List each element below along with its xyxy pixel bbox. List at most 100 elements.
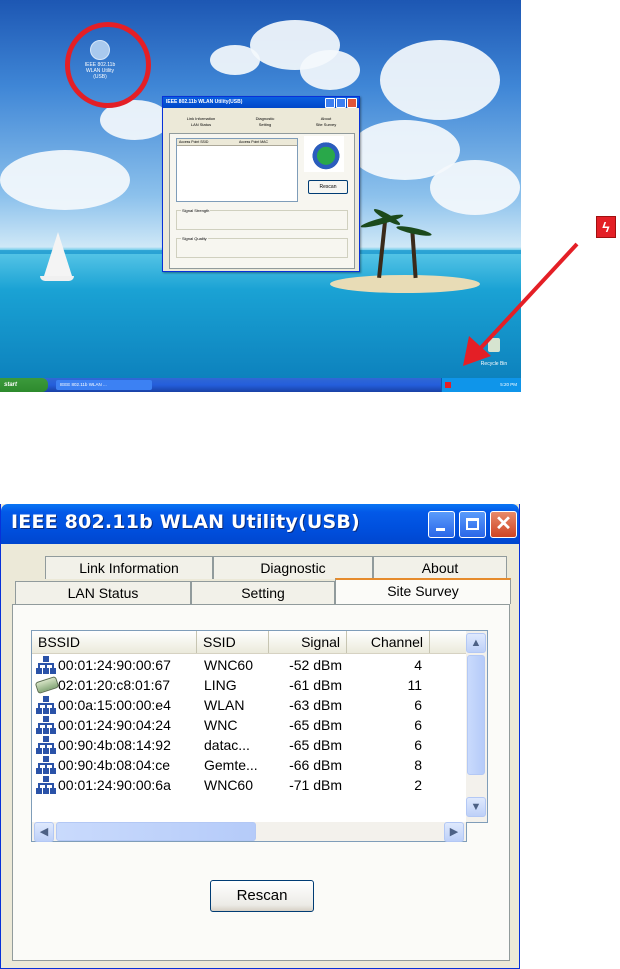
taskbar: start IEEE 802.11b WLAN ... 5:20 PM	[0, 378, 521, 392]
scroll-right-button[interactable]: ▶	[444, 822, 464, 842]
close-icon[interactable]	[347, 98, 357, 108]
mini-col-ssid[interactable]: Access Point SSID	[179, 139, 208, 145]
mini-signal-quality-label: Signal Quality	[181, 236, 208, 241]
close-icon: ✕	[495, 513, 512, 535]
vertical-scroll-thumb[interactable]	[467, 655, 485, 775]
mini-rescan-button[interactable]: Rescan	[308, 180, 348, 194]
tab-lan-status[interactable]: LAN Status	[15, 581, 191, 604]
system-tray: 5:20 PM	[441, 378, 521, 392]
cell-bssid: 00:0a:15:00:00:e4	[58, 697, 171, 713]
table-row[interactable]: 00:01:24:90:04:24 WNC -65 dBm 6	[32, 715, 462, 735]
cell-signal: -71 dBm	[289, 777, 342, 793]
tray-clock: 5:20 PM	[500, 382, 517, 387]
cloud	[430, 160, 520, 215]
sailboat-hull	[40, 276, 74, 281]
mini-ap-list[interactable]: Access Point SSID Access Point MAC	[176, 138, 298, 202]
cell-signal: -65 dBm	[289, 717, 342, 733]
wlan-tray-icon-zoomed: ϟ	[596, 216, 616, 238]
mini-signal-quality-group: Signal Quality	[176, 236, 348, 258]
scroll-down-button[interactable]: ▼	[466, 797, 486, 817]
cell-signal: -66 dBm	[289, 757, 342, 773]
tab-link-information[interactable]: Link Information	[45, 556, 213, 579]
cell-bssid: 00:01:24:90:00:67	[58, 657, 171, 673]
mini-col-mac[interactable]: Access Point MAC	[239, 139, 268, 145]
chevron-down-icon: ▼	[470, 801, 482, 813]
cell-bssid: 00:01:24:90:04:24	[58, 717, 171, 733]
cell-channel: 4	[414, 657, 422, 673]
table-row[interactable]: 00:90:4b:08:14:92 datac... -65 dBm 6	[32, 735, 462, 755]
start-button[interactable]: start	[0, 378, 48, 392]
scroll-up-button[interactable]: ▲	[466, 633, 486, 653]
column-ssid[interactable]: SSID	[197, 631, 269, 653]
sailboat	[44, 232, 72, 276]
access-point-icon	[36, 716, 56, 734]
mini-tab-site-survey[interactable]: Site Survey	[301, 122, 351, 127]
wlan-tray-icon[interactable]	[445, 382, 451, 388]
mini-tab-diagnostic[interactable]: Diagnostic	[237, 116, 293, 121]
annotation-arrow	[463, 242, 579, 366]
table-row[interactable]: 00:01:24:90:00:6a WNC60 -71 dBm 2	[32, 775, 462, 795]
taskbar-item-wlan-utility[interactable]: IEEE 802.11b WLAN ...	[56, 380, 152, 390]
mini-tab-lan-status[interactable]: LAN Status	[173, 122, 229, 127]
close-button[interactable]: ✕	[490, 511, 517, 538]
cell-signal: -52 dBm	[289, 657, 342, 673]
cell-signal: -65 dBm	[289, 737, 342, 753]
mini-tab-link-information[interactable]: Link Information	[173, 116, 229, 121]
access-point-icon	[36, 736, 56, 754]
mini-tab-panel: Access Point SSID Access Point MAC Resca…	[169, 133, 355, 269]
table-row[interactable]: 02:01:20:c8:01:67 LING -61 dBm 11	[32, 675, 462, 695]
tab-about[interactable]: About	[373, 556, 507, 579]
site-survey-list[interactable]: BSSID SSID Signal Channel 00:01:24:90:00…	[31, 630, 467, 823]
table-row[interactable]: 00:0a:15:00:00:e4 WLAN -63 dBm 6	[32, 695, 462, 715]
adapter-illustration	[304, 136, 344, 172]
mini-tab-setting[interactable]: Setting	[237, 122, 293, 127]
table-row[interactable]: 00:01:24:90:00:67 WNC60 -52 dBm 4	[32, 655, 462, 675]
scroll-left-button[interactable]: ◀	[34, 822, 54, 842]
title-bar[interactable]: IEEE 802.11b WLAN Utility(USB) ✕	[1, 504, 519, 544]
mini-title-bar: IEEE 802.11b WLAN Utility(USB)	[163, 97, 359, 108]
minimize-button[interactable]	[428, 511, 455, 538]
cell-channel: 11	[407, 677, 422, 693]
minimize-icon	[436, 528, 445, 531]
column-channel[interactable]: Channel	[347, 631, 430, 653]
cell-ssid: WNC60	[204, 657, 254, 673]
tab-setting[interactable]: Setting	[191, 581, 335, 604]
mini-signal-strength-group: Signal Strength	[176, 208, 348, 230]
cell-bssid: 00:90:4b:08:04:ce	[58, 757, 171, 773]
mini-signal-strength-label: Signal Strength	[181, 208, 211, 213]
tab-site-survey[interactable]: Site Survey	[335, 578, 511, 604]
cell-ssid: WNC60	[204, 777, 254, 793]
cell-channel: 8	[414, 757, 422, 773]
cell-bssid: 00:90:4b:08:14:92	[58, 737, 171, 753]
tab-diagnostic[interactable]: Diagnostic	[213, 556, 373, 579]
maximize-icon[interactable]	[336, 98, 346, 108]
cell-ssid: Gemte...	[204, 757, 258, 773]
horizontal-scrollbar[interactable]: ◀ ▶	[31, 822, 467, 842]
vertical-scrollbar[interactable]: ▲ ▼	[466, 630, 488, 823]
minimize-icon[interactable]	[325, 98, 335, 108]
window-title: IEEE 802.11b WLAN Utility(USB)	[11, 511, 360, 533]
cell-signal: -63 dBm	[289, 697, 342, 713]
cell-ssid: LING	[204, 677, 237, 693]
cell-channel: 6	[414, 717, 422, 733]
highlight-circle	[65, 22, 151, 108]
rescan-button[interactable]: Rescan	[210, 880, 314, 912]
table-row[interactable]: 00:90:4b:08:04:ce Gemte... -66 dBm 8	[32, 755, 462, 775]
desktop-screenshot: IEEE 802.11b WLAN Utility (USB) Recycle …	[0, 0, 521, 392]
cloud	[380, 40, 500, 120]
access-point-icon	[36, 776, 56, 794]
cell-channel: 2	[414, 777, 422, 793]
maximize-button[interactable]	[459, 511, 486, 538]
access-point-icon	[36, 656, 56, 674]
mini-title: IEEE 802.11b WLAN Utility(USB)	[166, 99, 243, 105]
column-bssid[interactable]: BSSID	[32, 631, 197, 653]
chevron-left-icon: ◀	[39, 826, 49, 838]
cell-channel: 6	[414, 737, 422, 753]
cell-channel: 6	[414, 697, 422, 713]
cell-ssid: WLAN	[204, 697, 245, 713]
mini-tab-about[interactable]: About	[301, 116, 351, 121]
column-signal[interactable]: Signal	[269, 631, 347, 653]
horizontal-scroll-thumb[interactable]	[56, 822, 256, 841]
adhoc-card-icon	[34, 675, 60, 695]
maximize-icon	[466, 518, 479, 530]
